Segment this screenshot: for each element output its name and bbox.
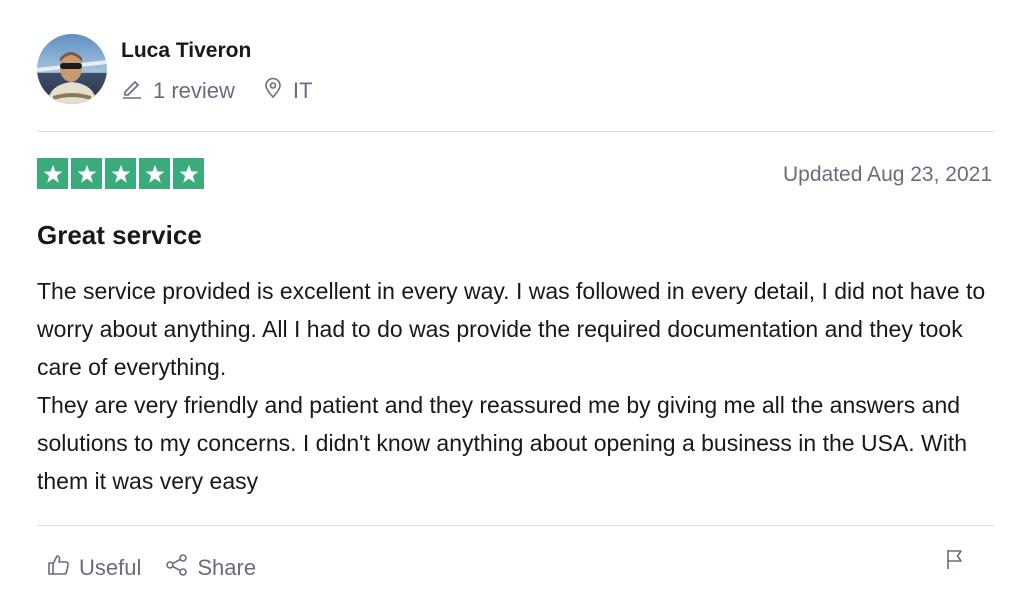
share-button[interactable]: Share: [165, 553, 256, 583]
review-title[interactable]: Great service: [37, 218, 202, 252]
review-count-label: 1 review: [153, 78, 235, 103]
review-actions: Useful Share: [47, 553, 256, 583]
location-pin-icon: [263, 77, 293, 105]
star-icon: [173, 158, 204, 189]
reviewer-name[interactable]: Luca Tiveron: [121, 38, 312, 64]
reviewer-meta: 1 review IT: [121, 77, 312, 105]
country-label: IT: [292, 78, 313, 103]
star-icon: [105, 158, 136, 189]
useful-button[interactable]: Useful: [47, 553, 141, 583]
useful-label: Useful: [79, 555, 142, 580]
share-icon: [165, 553, 197, 583]
star-icon: [139, 158, 170, 189]
star-rating: [37, 158, 204, 189]
thumbs-up-icon: [47, 553, 79, 583]
review-count: 1 review: [121, 77, 235, 105]
review-date: Updated Aug 23, 2021: [782, 163, 992, 186]
footer-divider: [37, 525, 994, 526]
reviewer-info: Luca Tiveron 1 review IT: [121, 34, 312, 105]
star-icon: [71, 158, 102, 189]
review-card: Luca Tiveron 1 review IT Updated Aug 23,…: [37, 0, 994, 616]
report-button[interactable]: [944, 547, 966, 576]
flag-icon: [944, 550, 966, 575]
share-label: Share: [197, 555, 257, 580]
pencil-icon: [121, 77, 153, 105]
avatar[interactable]: [37, 34, 107, 104]
star-icon: [37, 158, 68, 189]
review-body: The service provided is excellent in eve…: [37, 272, 994, 500]
review-paragraph: The service provided is excellent in eve…: [37, 278, 986, 380]
header-divider: [37, 131, 994, 132]
review-paragraph: They are very friendly and patient and t…: [37, 392, 968, 494]
reviewer-header: Luca Tiveron 1 review IT: [37, 34, 312, 108]
reviewer-country: IT: [263, 77, 313, 105]
